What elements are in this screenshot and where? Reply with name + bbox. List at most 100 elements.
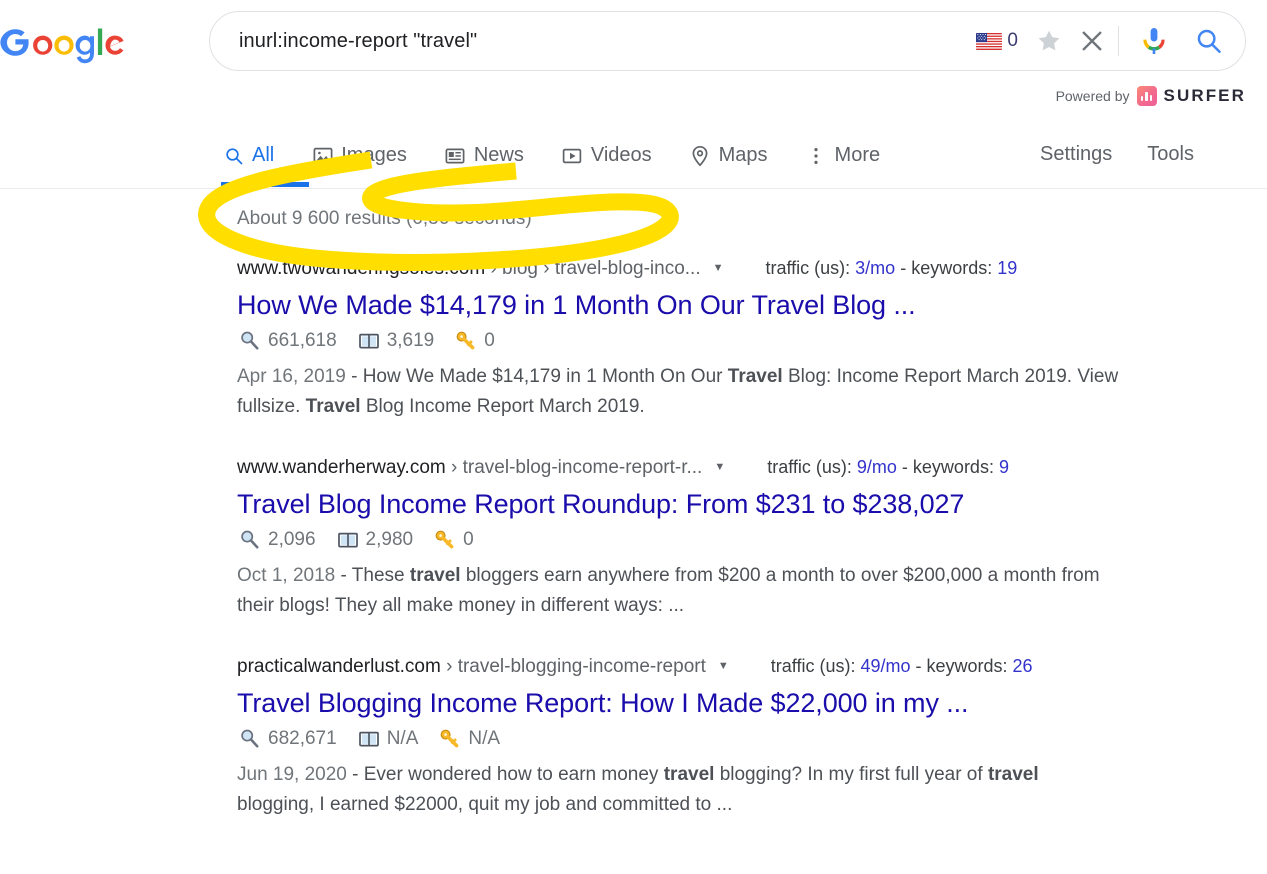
- chevron-down-icon[interactable]: ▼: [713, 263, 724, 274]
- result-traffic-metrics: traffic (us): 49/mo - keywords: 26: [770, 656, 1033, 676]
- result-breadcrumb: › travel-blog-income-report-r...: [445, 456, 703, 478]
- country-badge-count: 0: [1007, 30, 1018, 51]
- stat-value: 2,096: [268, 529, 316, 550]
- snippet-text: - How We Made $14,179 in 1 Month On Our …: [237, 366, 1119, 417]
- magnifier-icon: [239, 728, 261, 750]
- settings-button[interactable]: Settings: [1040, 143, 1112, 166]
- stat-word-count: N/A: [358, 728, 419, 750]
- snippet-text: - Ever wondered how to earn money travel…: [237, 764, 1039, 815]
- result-url[interactable]: www.wanderherway.com › travel-blog-incom…: [237, 457, 702, 479]
- result-title-link[interactable]: How We Made $14,179 in 1 Month On Our Tr…: [0, 289, 1267, 322]
- tab-all[interactable]: All: [221, 132, 290, 179]
- close-icon[interactable]: [1079, 28, 1105, 54]
- result-url-line: www.twowanderingsoles.com › blog › trave…: [0, 255, 1267, 282]
- result-breadcrumb: › travel-blogging-income-report: [440, 655, 706, 677]
- tab-images[interactable]: Images: [312, 132, 423, 179]
- stat-search-volume: 661,618: [239, 330, 337, 352]
- tab-label: Videos: [590, 144, 652, 166]
- tab-videos[interactable]: Videos: [562, 132, 668, 179]
- stat-value: N/A: [468, 728, 501, 749]
- search-box[interactable]: 0: [209, 11, 1246, 71]
- magnifier-icon: [239, 529, 261, 551]
- traffic-value: 9/mo: [856, 457, 897, 477]
- keywords-value: 9: [998, 457, 1009, 477]
- key-icon: [455, 330, 477, 352]
- tab-maps[interactable]: Maps: [690, 132, 784, 179]
- book-icon: [337, 529, 359, 551]
- tools-button[interactable]: Tools: [1147, 143, 1194, 166]
- stat-value: 2,980: [365, 529, 414, 550]
- traffic-value: 3/mo: [855, 258, 896, 278]
- result-domain: www.twowanderingsoles.com: [237, 257, 486, 279]
- tab-news[interactable]: News: [445, 132, 540, 179]
- stat-value: 661,618: [268, 330, 337, 351]
- google-logo[interactable]: [0, 14, 146, 66]
- result-snippet: Jun 19, 2020 - Ever wondered how to earn…: [0, 760, 1267, 820]
- search-input[interactable]: [210, 28, 977, 54]
- stat-word-count: 2,980: [337, 529, 414, 551]
- result-traffic-metrics: traffic (us): 3/mo - keywords: 19: [765, 258, 1018, 278]
- search-result-item: practicalwanderlust.com › travel-bloggin…: [0, 653, 1267, 820]
- stat-keyword-count: N/A: [439, 728, 500, 750]
- stat-value: 3,619: [386, 330, 435, 351]
- result-title-link[interactable]: Travel Blogging Income Report: How I Mad…: [0, 687, 1267, 720]
- search-tabs: All Images News Videos Maps More: [221, 132, 918, 188]
- result-url[interactable]: practicalwanderlust.com › travel-bloggin…: [237, 656, 706, 678]
- result-url-line: practicalwanderlust.com › travel-bloggin…: [0, 653, 1267, 680]
- chevron-down-icon[interactable]: ▼: [714, 462, 725, 473]
- keywords-value: 26: [1012, 656, 1033, 676]
- book-icon: [358, 728, 380, 750]
- us-flag-icon[interactable]: [976, 32, 1003, 50]
- search-box-icons: 0: [976, 26, 1245, 56]
- image-icon: [312, 145, 333, 166]
- result-snippet: Oct 1, 2018 - These travel bloggers earn…: [0, 561, 1267, 621]
- stat-search-volume: 682,671: [239, 728, 337, 750]
- result-traffic-metrics: traffic (us): 9/mo - keywords: 9: [767, 457, 1009, 477]
- stat-value: N/A: [386, 728, 419, 749]
- tab-label: Maps: [718, 144, 768, 166]
- snippet-text: - These travel bloggers earn anywhere fr…: [237, 565, 1100, 616]
- result-domain: www.wanderherway.com: [237, 456, 446, 478]
- powered-by-surfer: Powered by SURFER: [1056, 86, 1246, 106]
- stat-value: 0: [484, 330, 495, 351]
- kebab-icon: [806, 145, 827, 166]
- search-result-item: www.twowanderingsoles.com › blog › trave…: [0, 255, 1267, 422]
- country-selector[interactable]: 0: [976, 30, 1018, 52]
- result-seo-stats: 661,618 3,619 0: [0, 329, 1267, 353]
- search-icon[interactable]: [1195, 27, 1223, 55]
- result-url[interactable]: www.twowanderingsoles.com › blog › trave…: [237, 258, 701, 280]
- microphone-icon[interactable]: [1141, 26, 1167, 56]
- key-icon: [439, 728, 461, 750]
- surfer-wordmark: SURFER: [1163, 86, 1246, 105]
- result-domain: practicalwanderlust.com: [237, 655, 441, 677]
- result-snippet: Apr 16, 2019 - How We Made $14,179 in 1 …: [0, 362, 1267, 422]
- result-date: Jun 19, 2020: [237, 764, 347, 785]
- traffic-value: 49/mo: [860, 656, 911, 676]
- keywords-value: 19: [997, 258, 1018, 278]
- result-title-link[interactable]: Travel Blog Income Report Roundup: From …: [0, 488, 1267, 521]
- stat-keyword-count: 0: [434, 529, 474, 551]
- book-icon: [358, 330, 380, 352]
- search-box-divider: [1118, 26, 1119, 56]
- result-breadcrumb: › blog › travel-blog-inco...: [485, 257, 701, 279]
- tab-label: Images: [341, 144, 407, 166]
- tab-label: All: [252, 144, 275, 166]
- result-seo-stats: 682,671 N/A N/A: [0, 727, 1267, 751]
- tab-more[interactable]: More: [806, 132, 897, 179]
- magnifier-icon: [239, 330, 261, 352]
- tab-label: News: [473, 144, 524, 166]
- stat-value: 682,671: [268, 728, 337, 749]
- chevron-down-icon[interactable]: ▼: [718, 661, 729, 672]
- key-icon: [434, 529, 456, 551]
- search-results-list: www.twowanderingsoles.com › blog › trave…: [0, 255, 1267, 836]
- result-date: Oct 1, 2018: [237, 565, 336, 586]
- stat-search-volume: 2,096: [239, 529, 316, 551]
- newspaper-icon: [445, 145, 466, 166]
- stat-value: 0: [463, 529, 474, 550]
- stat-word-count: 3,619: [358, 330, 435, 352]
- result-seo-stats: 2,096 2,980 0: [0, 528, 1267, 552]
- play-icon: [562, 145, 583, 166]
- star-icon[interactable]: [1036, 28, 1062, 54]
- pin-icon: [690, 145, 711, 166]
- page-header: 0: [0, 0, 1267, 122]
